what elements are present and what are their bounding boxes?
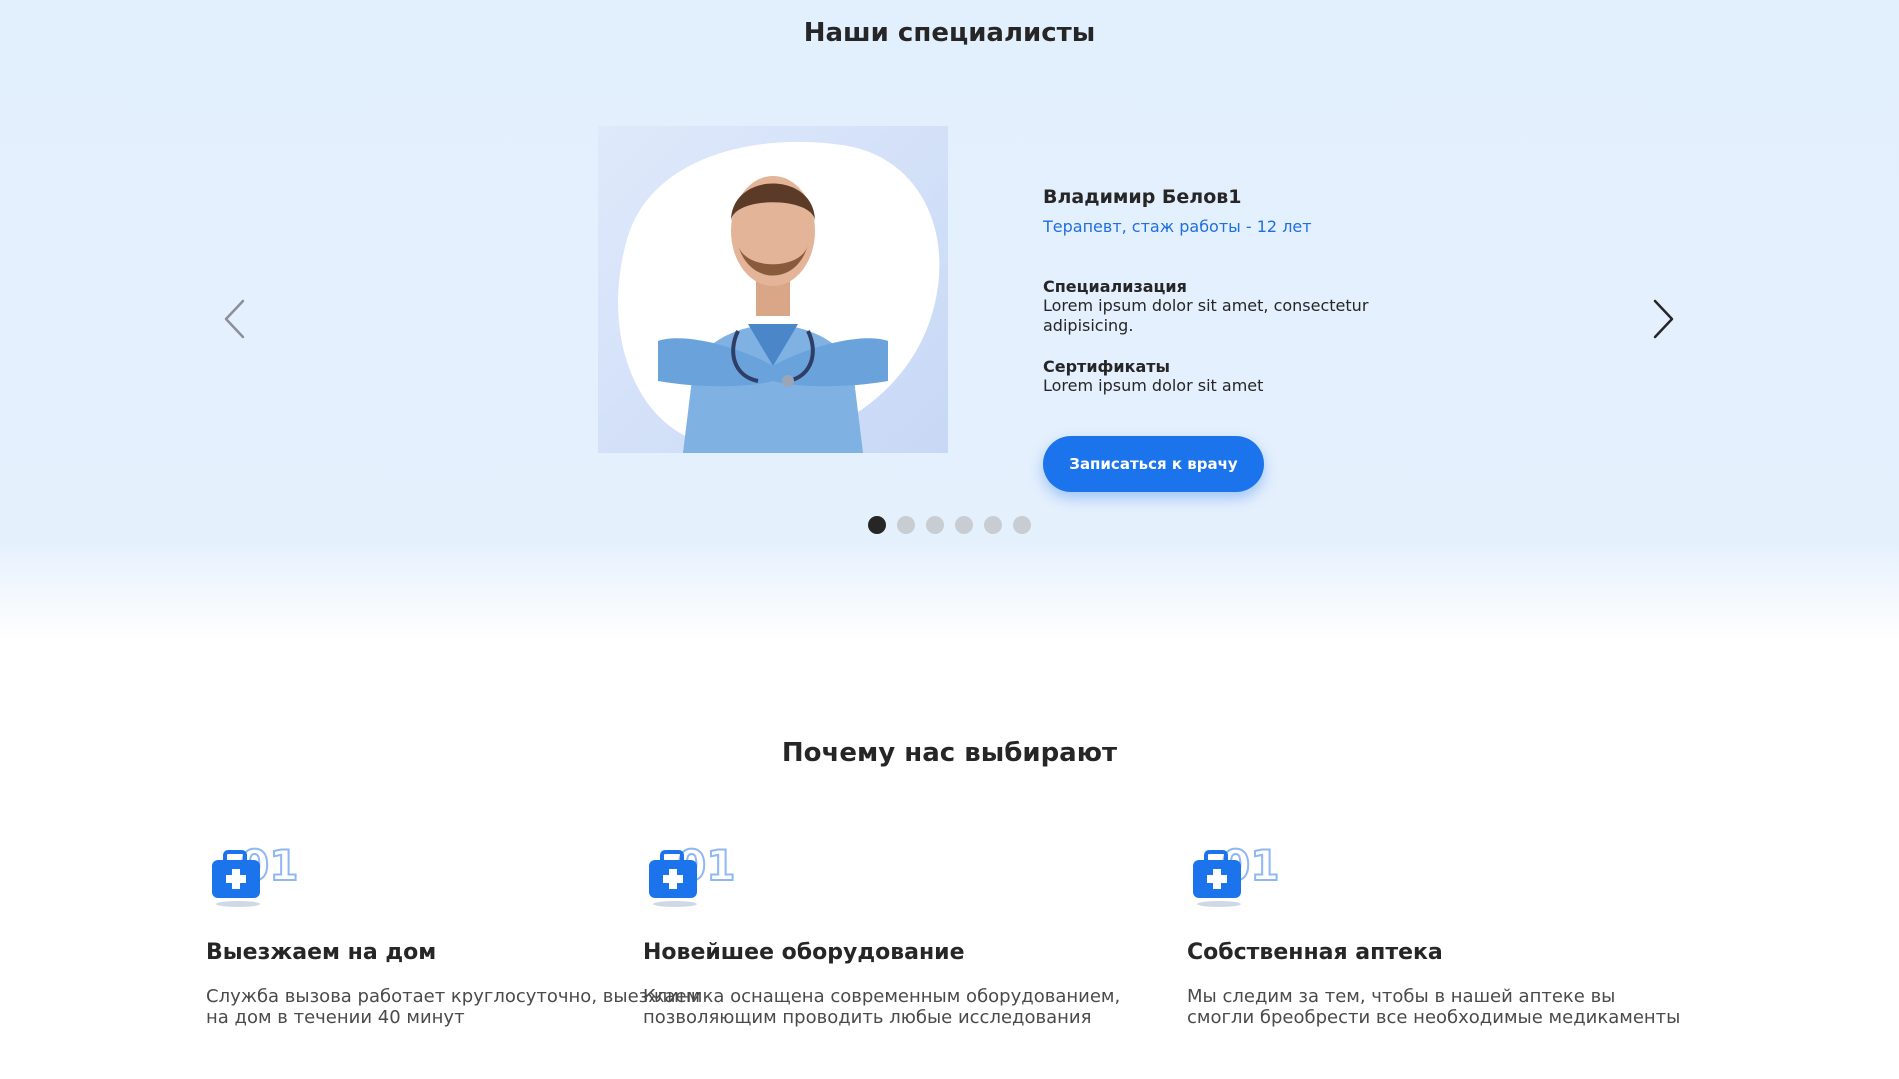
doctor-name: Владимир Белов1 bbox=[1043, 186, 1242, 208]
doctor-photo bbox=[598, 126, 948, 453]
certificates-text: Lorem ipsum dolor sit amet bbox=[1043, 376, 1264, 395]
specialists-section bbox=[0, 0, 1899, 640]
why-us-title: Почему нас выбирают bbox=[781, 738, 1118, 768]
specialists-title: Наши специалисты bbox=[803, 18, 1096, 48]
medical-kit-icon: 01 bbox=[643, 838, 743, 910]
chevron-left-icon[interactable] bbox=[215, 296, 255, 342]
feature-text: Клиника оснащена современным оборудовани… bbox=[643, 986, 1121, 1028]
slider-dot-4[interactable] bbox=[955, 516, 973, 534]
certificates-label: Сертификаты bbox=[1043, 357, 1171, 376]
book-appointment-button[interactable]: Записаться к врачу bbox=[1043, 436, 1264, 492]
specialization-text: Lorem ipsum dolor sit amet, consectetur … bbox=[1043, 296, 1369, 335]
medical-kit-icon: 01 bbox=[1187, 838, 1287, 910]
feature-text: Служба вызова работает круглосуточно, вы… bbox=[206, 986, 701, 1028]
feature-text: Мы следим за тем, чтобы в нашей аптеке в… bbox=[1187, 986, 1681, 1028]
medical-kit-icon: 01 bbox=[206, 838, 306, 910]
feature-title: Выезжаем на дом bbox=[206, 940, 437, 965]
feature-title: Новейшее оборудование bbox=[643, 940, 965, 965]
feature-title: Собственная аптека bbox=[1187, 940, 1443, 965]
slider-dot-1[interactable] bbox=[868, 516, 886, 534]
slider-dot-3[interactable] bbox=[926, 516, 944, 534]
doctor-role: Терапевт, стаж работы - 12 лет bbox=[1043, 217, 1312, 236]
slider-dot-5[interactable] bbox=[984, 516, 1002, 534]
chevron-right-icon[interactable] bbox=[1643, 296, 1683, 342]
specialization-label: Специализация bbox=[1043, 277, 1187, 296]
slider-dot-2[interactable] bbox=[897, 516, 915, 534]
slider-dot-6[interactable] bbox=[1013, 516, 1031, 534]
